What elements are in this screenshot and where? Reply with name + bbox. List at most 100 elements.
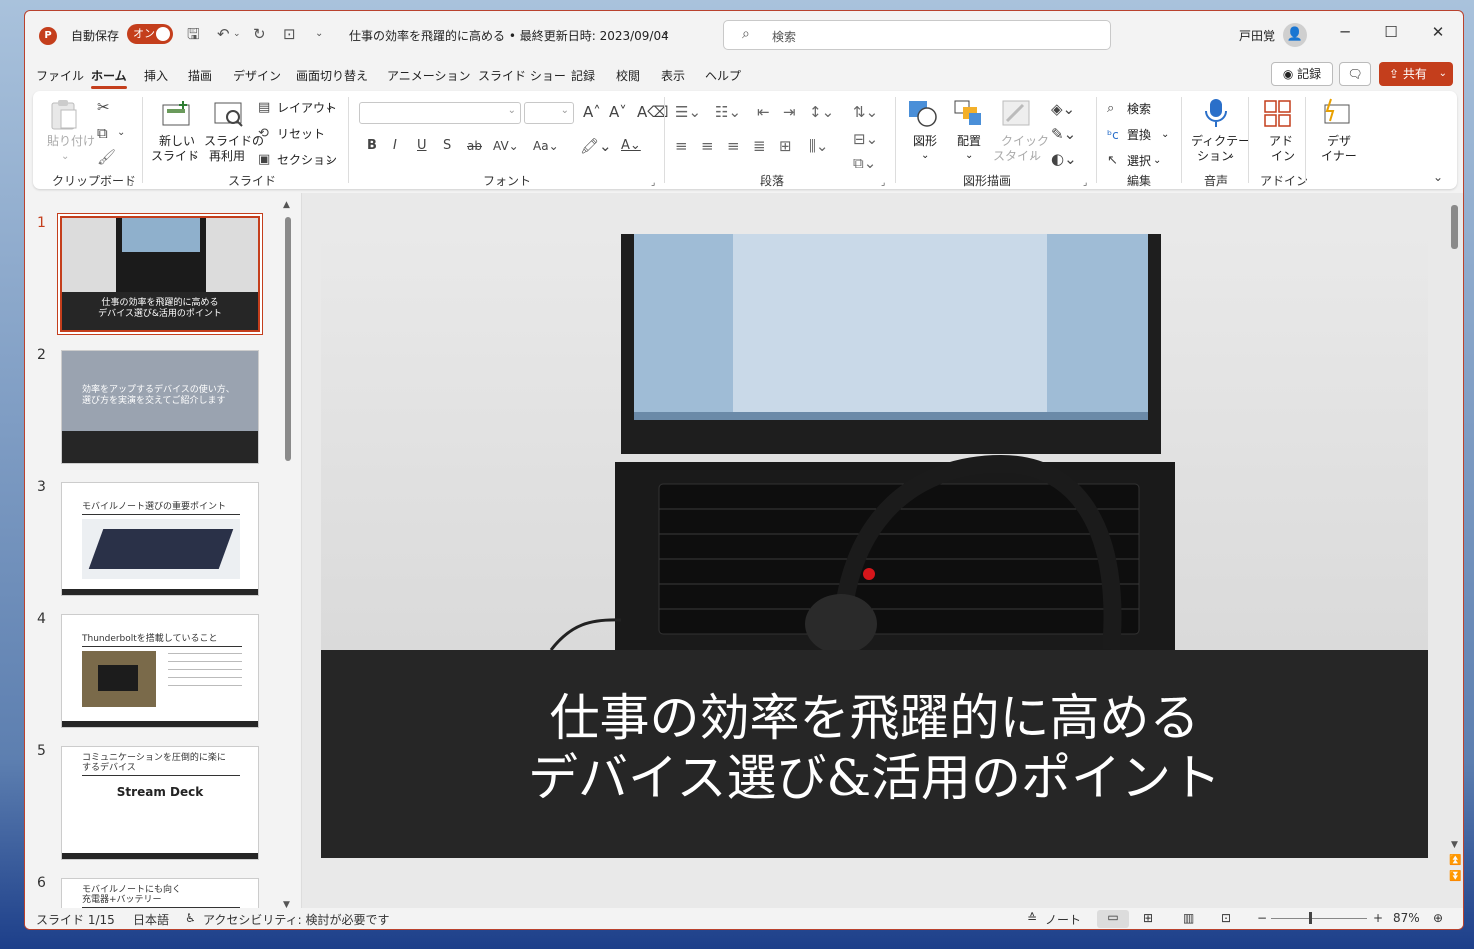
- share-button[interactable]: ⇪ 共有 ⌄: [1379, 62, 1453, 86]
- previous-slide-icon[interactable]: ⏫: [1449, 853, 1461, 869]
- zoom-in-icon[interactable]: +: [1373, 911, 1383, 925]
- record-button[interactable]: ◉ 記録: [1271, 62, 1333, 86]
- cut-icon[interactable]: ✂: [97, 99, 110, 115]
- slide-thumbnail-3[interactable]: モバイルノート選びの重要ポイント: [62, 483, 258, 595]
- slide-thumbnail-4[interactable]: Thunderboltを搭載していること: [62, 615, 258, 727]
- paste-dropdown-icon[interactable]: ⌄: [61, 149, 69, 164]
- select-icon[interactable]: ↖: [1107, 153, 1118, 169]
- accessibility-icon[interactable]: ♿: [185, 911, 196, 925]
- tab-transitions[interactable]: 画面切り替え: [296, 67, 368, 84]
- bullets-icon[interactable]: ☰⌄: [675, 104, 701, 120]
- tab-file[interactable]: ファイル: [36, 67, 84, 84]
- font-color-icon[interactable]: A⌄: [621, 138, 641, 154]
- slide-title-banner[interactable]: 仕事の効率を飛躍的に高める デバイス選び&活用のポイント: [321, 650, 1428, 858]
- italic-icon[interactable]: I: [393, 138, 397, 154]
- present-icon[interactable]: ⊡: [283, 26, 296, 42]
- maximize-icon[interactable]: ☐: [1376, 23, 1406, 41]
- comments-icon[interactable]: 🗨: [1339, 62, 1371, 86]
- minimize-icon[interactable]: ─: [1330, 23, 1360, 41]
- reset-label[interactable]: リセット: [277, 127, 325, 142]
- arrange-icon[interactable]: [953, 99, 983, 127]
- next-slide-icon[interactable]: ⏬: [1449, 869, 1461, 885]
- drawing-launcher-icon[interactable]: ⌟: [1083, 175, 1087, 191]
- slideshow-view-icon[interactable]: ⊡: [1221, 911, 1231, 925]
- new-slide-icon[interactable]: [161, 99, 191, 127]
- customize-qat-icon[interactable]: ⌄: [315, 26, 323, 42]
- autosave-toggle[interactable]: オン: [127, 24, 173, 44]
- tab-slideshow[interactable]: スライド ショー: [478, 67, 566, 84]
- font-launcher-icon[interactable]: ⌟: [651, 175, 655, 191]
- fit-to-window-icon[interactable]: ⊕: [1433, 911, 1443, 925]
- clipboard-launcher-icon[interactable]: ⌟: [129, 175, 133, 191]
- shape-fill-icon[interactable]: ◈⌄: [1051, 101, 1075, 117]
- arrange-dropdown-icon[interactable]: ⌄: [965, 148, 973, 163]
- quick-styles-icon[interactable]: [1001, 99, 1031, 127]
- char-spacing-icon[interactable]: AV⌄: [493, 138, 519, 154]
- decrease-indent-icon[interactable]: ⇤: [757, 104, 770, 120]
- shape-effects-icon[interactable]: ◐⌄: [1051, 151, 1077, 167]
- shadow-icon[interactable]: S: [443, 138, 451, 154]
- normal-view-icon[interactable]: ▭: [1097, 910, 1129, 928]
- bold-icon[interactable]: B: [367, 138, 377, 154]
- reset-icon[interactable]: ⟲: [258, 126, 269, 142]
- select-label[interactable]: 選択: [1127, 154, 1151, 169]
- format-painter-icon[interactable]: 🖌: [97, 149, 116, 165]
- search-box[interactable]: ⌕ 検索: [723, 20, 1111, 50]
- designer-icon[interactable]: [1321, 97, 1351, 125]
- copy-icon[interactable]: ⧉: [97, 125, 108, 141]
- dictate-dropdown-icon[interactable]: ⌄: [1227, 148, 1235, 163]
- close-icon[interactable]: ✕: [1423, 23, 1453, 41]
- user-name[interactable]: 戸田覚: [1239, 27, 1275, 44]
- tab-design[interactable]: デザイン: [233, 67, 281, 84]
- collapse-ribbon-icon[interactable]: ⌄: [1433, 169, 1443, 185]
- tab-help[interactable]: ヘルプ: [705, 67, 741, 84]
- paragraph-launcher-icon[interactable]: ⌟: [881, 175, 885, 191]
- change-case-icon[interactable]: Aa⌄: [533, 138, 559, 154]
- smartart-icon[interactable]: ⧉⌄: [853, 155, 876, 171]
- find-label[interactable]: 検索: [1127, 102, 1151, 117]
- zoom-level[interactable]: 87%: [1393, 911, 1420, 925]
- decrease-font-icon[interactable]: A˅: [609, 104, 627, 120]
- notes-button[interactable]: ノート: [1045, 911, 1081, 928]
- quick-styles-dropdown-icon[interactable]: ⌄: [1029, 148, 1037, 163]
- slide-thumbnail-5[interactable]: コミュニケーションを圧倒的に楽に するデバイス Stream Deck: [62, 747, 258, 859]
- slide-thumbnail-1[interactable]: 仕事の効率を飛躍的に高める デバイス選び&活用のポイント: [62, 218, 258, 330]
- shapes-icon[interactable]: [907, 99, 937, 127]
- tab-animations[interactable]: アニメーション: [387, 67, 471, 84]
- align-center-icon[interactable]: ≡: [701, 138, 714, 154]
- layout-icon[interactable]: ▤: [258, 100, 270, 116]
- avatar[interactable]: 👤: [1283, 23, 1307, 47]
- align-text-icon[interactable]: ⊟⌄: [853, 131, 878, 147]
- tab-review[interactable]: 校閲: [616, 67, 640, 84]
- section-icon[interactable]: ▣: [258, 152, 270, 168]
- accessibility-status[interactable]: アクセシビリティ: 検討が必要です: [203, 911, 390, 928]
- redo-icon[interactable]: ↻: [253, 26, 266, 42]
- zoom-thumb[interactable]: [1309, 912, 1312, 924]
- slide-thumbnail-6[interactable]: モバイルノートにも向く 充電器+バッテリー: [62, 879, 258, 909]
- line-spacing-icon[interactable]: ↕⌄: [809, 104, 834, 120]
- zoom-out-icon[interactable]: −: [1257, 911, 1267, 925]
- underline-icon[interactable]: U: [417, 138, 427, 154]
- section-dropdown-icon[interactable]: ⌄: [325, 152, 333, 167]
- save-icon[interactable]: 🖫: [187, 26, 200, 42]
- language-indicator[interactable]: 日本語: [133, 911, 169, 928]
- reuse-slides-icon[interactable]: [213, 99, 243, 127]
- tab-record[interactable]: 記録: [571, 67, 595, 84]
- main-slide[interactable]: 仕事の効率を飛躍的に高める デバイス選び&活用のポイント: [321, 234, 1428, 858]
- tab-home[interactable]: ホーム: [91, 67, 127, 89]
- font-size-select[interactable]: ⌄: [524, 102, 574, 124]
- slide-sorter-icon[interactable]: ⊞: [1143, 911, 1153, 925]
- tab-draw[interactable]: 描画: [188, 67, 212, 84]
- increase-font-icon[interactable]: A˄: [583, 104, 601, 120]
- microphone-icon[interactable]: [1201, 97, 1231, 127]
- distributed-icon[interactable]: ⊞: [779, 138, 792, 154]
- scroll-up-icon[interactable]: ▲: [283, 197, 290, 213]
- numbering-icon[interactable]: ☷⌄: [715, 104, 741, 120]
- highlight-icon[interactable]: 🖍⌄: [580, 138, 612, 154]
- slide-scrollbar[interactable]: [1451, 205, 1458, 249]
- find-icon[interactable]: ⌕: [1107, 101, 1114, 117]
- align-left-icon[interactable]: ≡: [675, 138, 688, 154]
- align-right-icon[interactable]: ≡: [727, 138, 740, 154]
- scroll-down-icon[interactable]: ▼: [1451, 837, 1458, 853]
- undo-icon[interactable]: ↶: [217, 26, 230, 42]
